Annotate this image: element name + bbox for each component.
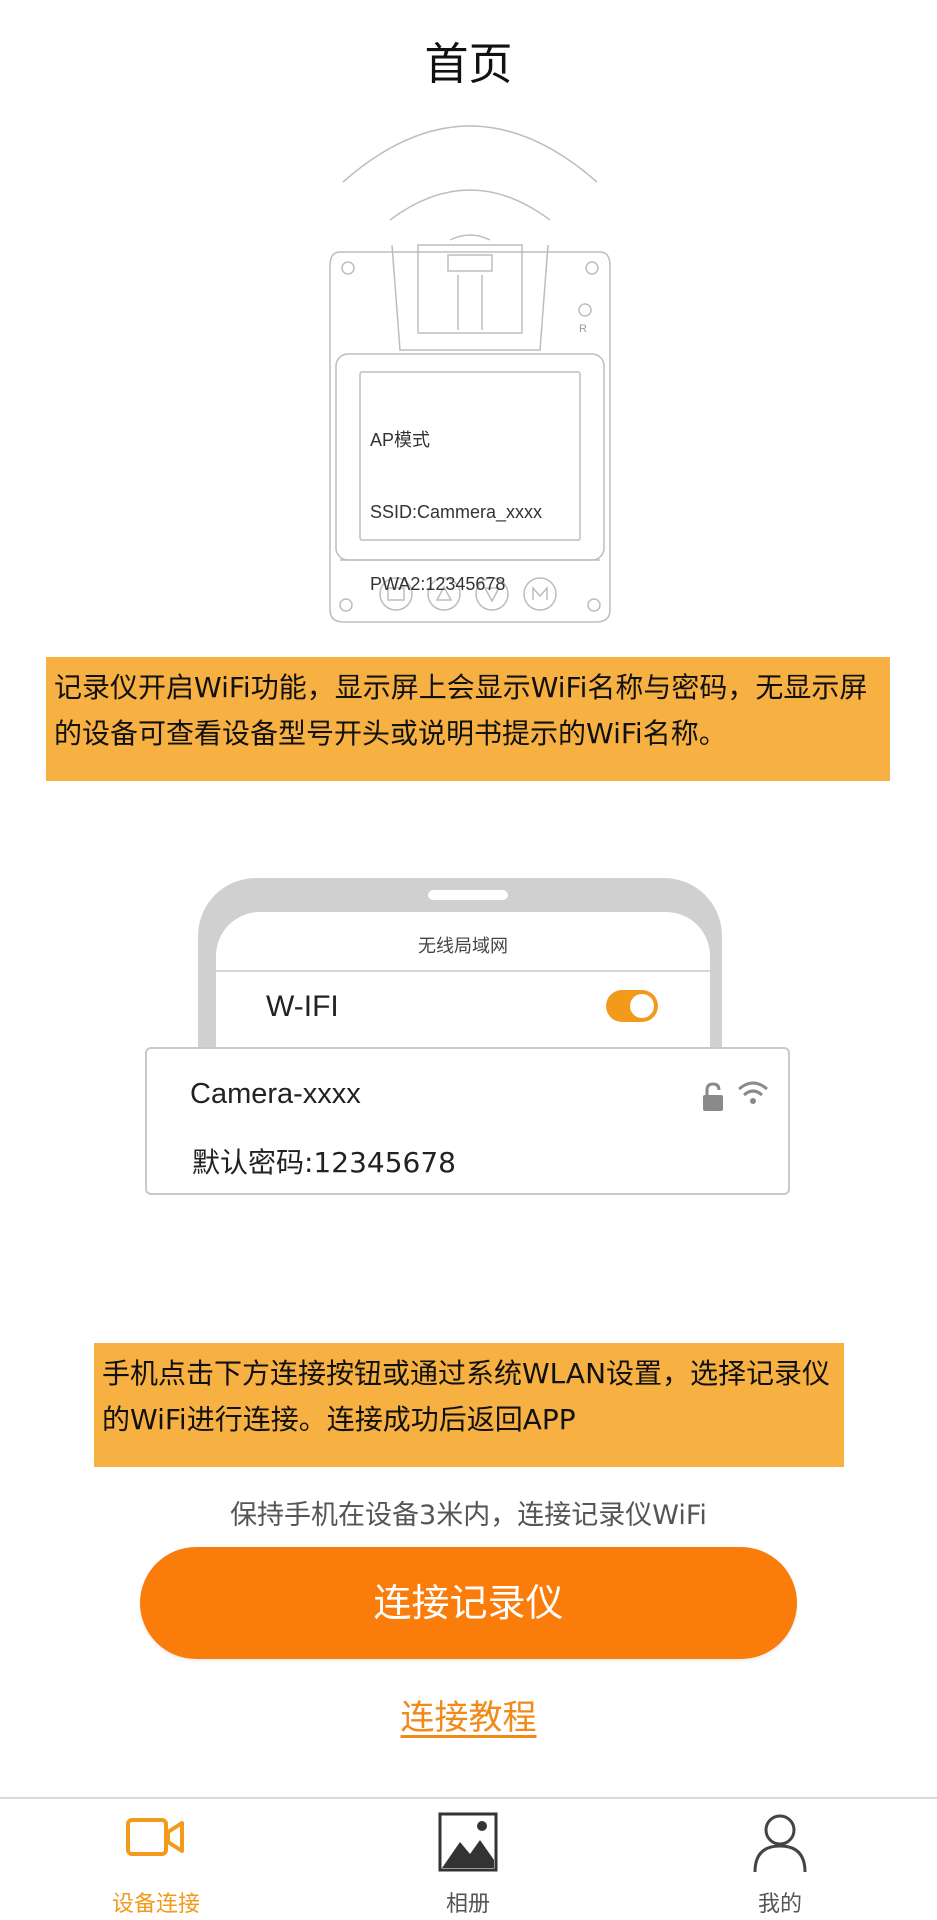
image-icon	[438, 1812, 498, 1876]
hint-step1: 记录仪开启WiFi功能，显示屏上会显示WiFi名称与密码，无显示屏的设备可查看设…	[46, 657, 890, 781]
connect-tutorial-link[interactable]: 连接教程	[0, 1690, 937, 1739]
device-ssid-line: SSID:Cammera_xxxx	[370, 502, 543, 522]
tab-device-connect[interactable]: 设备连接	[0, 1800, 312, 1920]
wifi-toggle-knob	[630, 994, 654, 1018]
page-title: 首页	[424, 39, 513, 90]
wifi-signal-icon	[736, 1078, 770, 1108]
hint-step2: 手机点击下方连接按钮或通过系统WLAN设置，选择记录仪的WiFi进行连接。连接成…	[94, 1343, 844, 1467]
phone-screen-header: 无线局域网	[418, 936, 508, 957]
connect-recorder-button[interactable]: 连接记录仪	[140, 1547, 797, 1659]
tab-label: 我的	[757, 1892, 802, 1917]
lock-icon	[700, 1080, 726, 1114]
proximity-hint: 保持手机在设备3米内，连接记录仪WiFi	[230, 1500, 707, 1531]
tab-profile[interactable]: 我的	[624, 1800, 936, 1920]
phone-speaker-notch	[428, 890, 508, 900]
network-name: Camera-xxxx	[190, 1078, 361, 1110]
wifi-setting-label: W-IFI	[266, 990, 339, 1023]
network-default-password: 默认密码:12345678	[192, 1146, 456, 1179]
video-camera-icon	[124, 1812, 188, 1866]
device-screen-text: AP模式 SSID:Cammera_xxxx PWA2:12345678	[370, 380, 542, 644]
person-icon	[752, 1812, 808, 1878]
tab-label: 设备连接	[111, 1892, 200, 1917]
phone-divider	[216, 970, 710, 972]
tab-album[interactable]: 相册	[312, 1800, 624, 1920]
tab-label: 相册	[445, 1892, 490, 1917]
device-side-label: R	[579, 323, 587, 335]
tabbar-divider	[0, 1797, 937, 1799]
device-password-line: PWA2:12345678	[370, 574, 506, 594]
device-mode-line: AP模式	[370, 430, 431, 450]
recorder-device-illustration: R AP模式 SSID:Cammera_xxxx PWA2:12345678	[300, 110, 640, 630]
